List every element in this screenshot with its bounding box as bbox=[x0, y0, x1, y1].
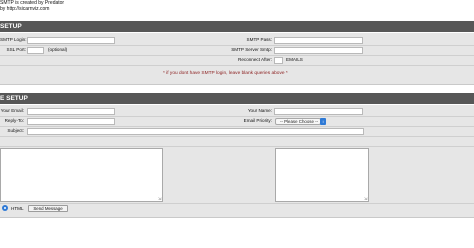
email-priority-select[interactable]: -- Please Choose -- bbox=[275, 118, 321, 125]
smtp-pass-input[interactable] bbox=[274, 37, 363, 44]
html-radio[interactable] bbox=[2, 205, 8, 211]
smtp-section-title: SETUP bbox=[0, 23, 22, 30]
smtp-section-header: SETUP bbox=[0, 21, 474, 32]
subject-input[interactable] bbox=[27, 128, 364, 135]
ssl-port-input[interactable] bbox=[27, 47, 44, 54]
page: SMTP is created by Predator by http://si… bbox=[0, 0, 474, 248]
resize-grip-icon[interactable]: ⇲ bbox=[364, 197, 368, 201]
your-name-label: Your Name: bbox=[247, 108, 272, 113]
subject-label: Subject: bbox=[7, 128, 24, 133]
your-email-label: Your Email: bbox=[0, 108, 24, 113]
smtp-server-label: SMTP Server Smtp: bbox=[231, 47, 272, 52]
row-divider bbox=[0, 116, 474, 117]
select-arrows-icon[interactable]: ↕ bbox=[320, 118, 326, 125]
message-section-title: E SETUP bbox=[0, 95, 28, 102]
your-email-input[interactable] bbox=[27, 108, 115, 115]
resize-grip-icon[interactable]: ⇲ bbox=[158, 197, 162, 201]
ssl-port-hint: (optional) bbox=[48, 47, 68, 52]
row-divider bbox=[0, 203, 474, 204]
reply-to-input[interactable] bbox=[27, 118, 115, 125]
your-name-input[interactable] bbox=[274, 108, 363, 115]
message-body-textarea[interactable]: ⇲ bbox=[0, 148, 163, 202]
reconnect-after-label: Reconnect After: bbox=[238, 57, 272, 62]
smtp-login-input[interactable] bbox=[27, 37, 115, 44]
row-divider bbox=[0, 126, 474, 127]
row-divider bbox=[0, 55, 474, 56]
row-divider bbox=[0, 136, 474, 137]
html-label: HTML bbox=[11, 206, 24, 211]
email-list-textarea[interactable]: ⇲ bbox=[275, 148, 369, 202]
smtp-login-label: SMTP Login: bbox=[0, 37, 27, 42]
reply-to-label: Reply-To: bbox=[4, 118, 24, 123]
credit-line-2: by http://sicarnviz.com bbox=[0, 6, 50, 12]
row-divider bbox=[0, 45, 474, 46]
smtp-blank-note: * if you dont have SMTP login, leave bla… bbox=[163, 71, 288, 76]
email-priority-label: Email Priority: bbox=[243, 118, 272, 123]
smtp-server-input[interactable] bbox=[274, 47, 363, 54]
row-divider bbox=[0, 65, 474, 66]
send-message-button[interactable]: Send Message bbox=[28, 205, 68, 212]
reconnect-unit: EMAILS bbox=[286, 57, 303, 62]
message-section-header: E SETUP bbox=[0, 93, 474, 104]
smtp-pass-label: SMTP Pass: bbox=[246, 37, 272, 42]
ssl-port-label: SSL Port: bbox=[6, 47, 27, 52]
reconnect-after-input[interactable] bbox=[274, 57, 283, 64]
row-divider bbox=[0, 146, 474, 147]
